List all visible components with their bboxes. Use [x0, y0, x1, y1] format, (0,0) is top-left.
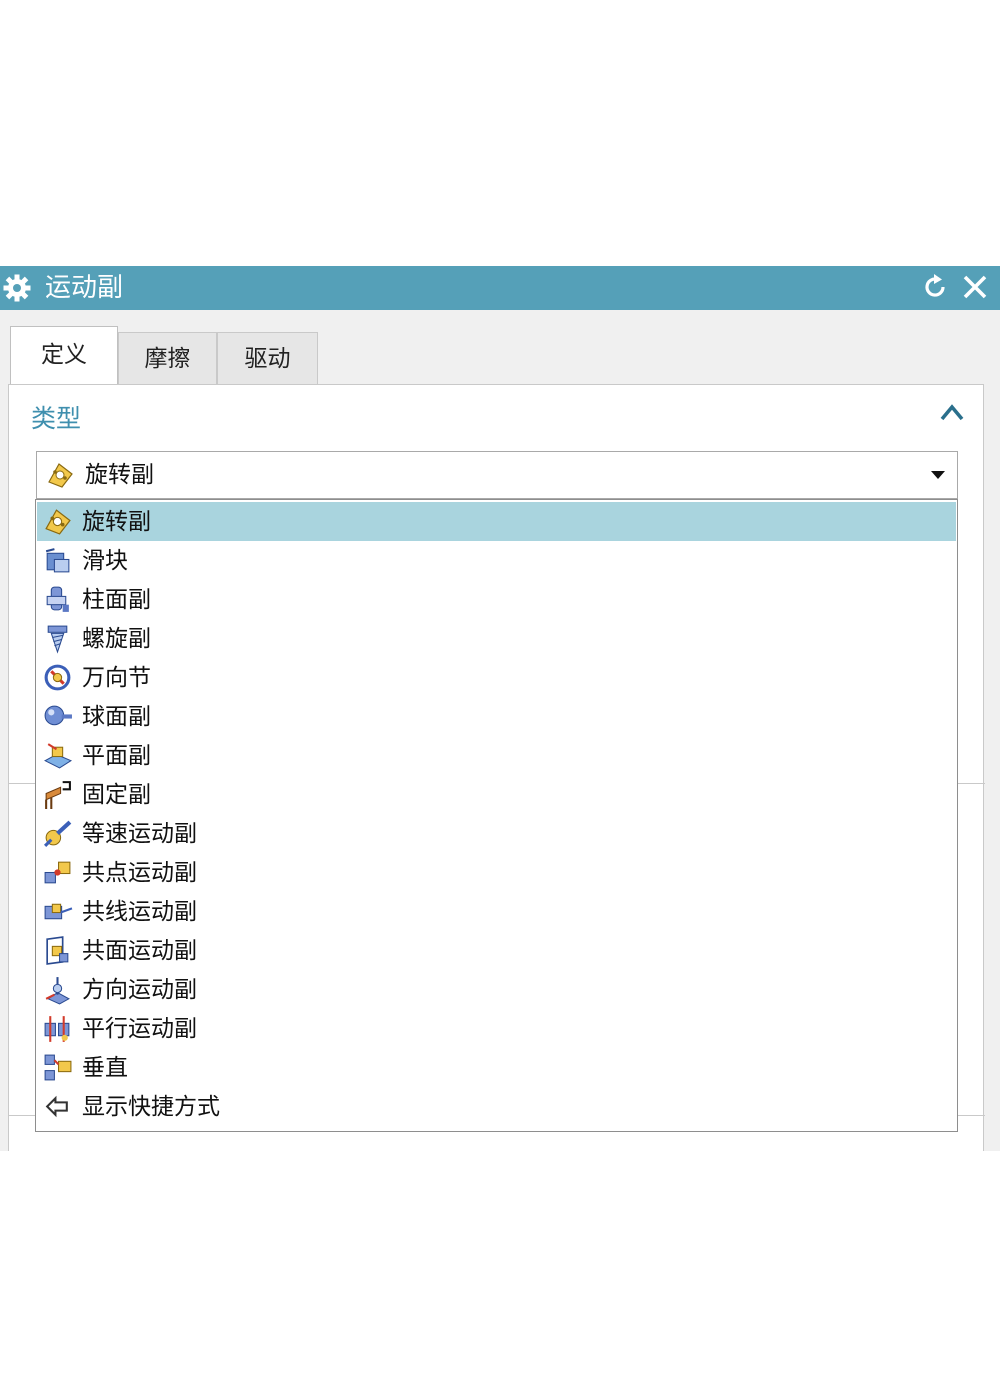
reset-icon[interactable]	[920, 272, 950, 302]
list-item-label: 固定副	[82, 782, 151, 808]
perpendicular-joint-icon	[44, 1054, 72, 1081]
spherical-joint-icon	[44, 705, 72, 726]
tab-definition[interactable]: 定义	[10, 326, 118, 386]
gear-icon[interactable]	[2, 273, 32, 303]
list-item-label: 柱面副	[82, 587, 151, 613]
list-item-label: 万向节	[82, 665, 151, 691]
list-item-constant-velocity[interactable]: 等速运动副	[37, 814, 956, 853]
list-item-label: 旋转副	[82, 509, 151, 535]
selected-joint-type: 旋转副	[85, 462, 154, 488]
list-item-label: 球面副	[82, 704, 151, 730]
point-on-line-joint-icon	[44, 903, 73, 920]
list-item-revolute[interactable]: 旋转副	[37, 502, 956, 541]
list-item-show-shortcuts[interactable]: 显示快捷方式	[37, 1087, 956, 1126]
list-item-point-on-point[interactable]: 共点运动副	[37, 853, 956, 892]
list-item-label: 平行运动副	[82, 1016, 197, 1042]
close-icon[interactable]	[960, 272, 990, 302]
fixed-joint-icon	[45, 781, 71, 809]
list-item-slider[interactable]: 滑块	[37, 541, 956, 580]
list-item-label: 共线运动副	[82, 899, 197, 925]
list-item-spherical[interactable]: 球面副	[37, 697, 956, 736]
cylindrical-joint-icon	[46, 586, 69, 612]
list-item-label: 显示快捷方式	[82, 1094, 220, 1120]
screw-joint-icon	[47, 625, 68, 654]
list-item-label: 方向运动副	[82, 977, 197, 1003]
list-item-point-on-plane[interactable]: 共面运动副	[37, 931, 956, 970]
dialog-title: 运动副	[45, 273, 124, 303]
list-item-perpendicular[interactable]: 垂直	[37, 1048, 956, 1087]
list-item-parallel[interactable]: 平行运动副	[37, 1009, 956, 1048]
planar-joint-icon	[43, 743, 73, 769]
type-section-title[interactable]: 类型	[31, 399, 81, 435]
list-item-fixed[interactable]: 固定副	[37, 775, 956, 814]
list-item-label: 等速运动副	[82, 821, 197, 847]
list-item-label: 滑块	[82, 548, 128, 574]
revolute-joint-icon	[45, 509, 71, 535]
orientation-joint-icon	[45, 977, 70, 1005]
constant-velocity-joint-icon	[44, 820, 72, 847]
list-item-label: 螺旋副	[82, 626, 151, 652]
tab-driver[interactable]: 驱动	[217, 332, 318, 386]
chevron-up-icon[interactable]	[939, 401, 965, 423]
list-item-label: 共面运动副	[82, 938, 197, 964]
list-item-point-on-line[interactable]: 共线运动副	[37, 892, 956, 931]
joint-type-dropdown-list: 旋转副 滑块 柱面副 螺旋副 万向节 球面副 平面副 固定副 等速运动副 共点运…	[35, 499, 958, 1132]
list-item-screw[interactable]: 螺旋副	[37, 619, 956, 658]
list-item-cylindrical[interactable]: 柱面副	[37, 580, 956, 619]
chevron-down-icon[interactable]	[930, 469, 946, 481]
joint-type-select[interactable]: 旋转副	[36, 451, 958, 499]
universal-joint-icon	[44, 664, 71, 691]
tab-friction[interactable]: 摩擦	[118, 332, 217, 386]
revolute-joint-icon	[48, 463, 73, 488]
point-on-point-joint-icon	[44, 861, 71, 884]
list-item-label: 平面副	[82, 743, 151, 769]
list-item-label: 垂直	[82, 1055, 128, 1081]
point-on-plane-joint-icon	[46, 936, 69, 965]
dialog-titlebar: 运动副	[0, 266, 1000, 310]
parallel-joint-icon	[44, 1016, 70, 1042]
list-item-orientation[interactable]: 方向运动副	[37, 970, 956, 1009]
slider-joint-icon	[45, 548, 70, 573]
list-item-universal[interactable]: 万向节	[37, 658, 956, 697]
show-shortcuts-arrow-icon	[45, 1095, 68, 1118]
list-item-label: 共点运动副	[82, 860, 197, 886]
list-item-planar[interactable]: 平面副	[37, 736, 956, 775]
